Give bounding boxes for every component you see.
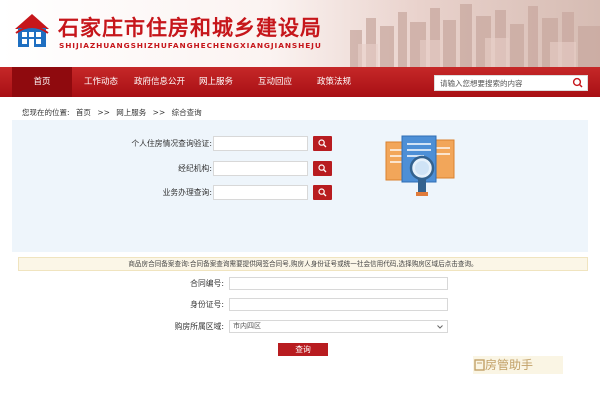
query-row-housing: 个人住房情况查询验证: bbox=[12, 136, 212, 152]
breadcrumb-prefix: 您现在的位置: bbox=[22, 108, 70, 117]
form-row-id: 身份证号: bbox=[0, 298, 600, 312]
search-input[interactable] bbox=[435, 76, 565, 90]
housing-verify-input[interactable] bbox=[213, 136, 308, 151]
nav-item-policy[interactable]: 政策法规 bbox=[317, 67, 351, 97]
housing-verify-search-button[interactable] bbox=[313, 136, 332, 151]
search-icon bbox=[318, 188, 327, 197]
watermark: 房管助手 bbox=[473, 356, 563, 374]
city-skyline-banner bbox=[350, 4, 600, 67]
nav-item-home[interactable]: 首页 bbox=[12, 67, 72, 97]
nav-item-online-service[interactable]: 网上服务 bbox=[199, 67, 233, 97]
agency-input[interactable] bbox=[213, 161, 308, 176]
agency-label: 经纪机构: bbox=[178, 164, 212, 173]
documents-magnifier-icon bbox=[385, 135, 455, 196]
query-row-agency: 经纪机构: bbox=[12, 161, 212, 177]
housing-verify-label: 个人住房情况查询验证: bbox=[131, 139, 212, 148]
breadcrumb: 您现在的位置: 首页 >> 网上服务 >> 综合查询 bbox=[22, 107, 206, 118]
nav-item-interaction[interactable]: 互动回应 bbox=[258, 67, 292, 97]
breadcrumb-online-service[interactable]: 网上服务 bbox=[116, 108, 146, 117]
bureau-logo bbox=[15, 14, 49, 47]
nav-item-gov-info[interactable]: 政府信息公开 bbox=[134, 67, 185, 97]
search-icon bbox=[318, 139, 327, 148]
breadcrumb-separator: >> bbox=[152, 108, 166, 117]
business-query-input[interactable] bbox=[213, 185, 308, 200]
contract-query-button[interactable]: 查询 bbox=[278, 343, 328, 356]
chevron-down-icon bbox=[437, 325, 443, 329]
breadcrumb-home[interactable]: 首页 bbox=[76, 108, 91, 117]
watermark-text: 房管助手 bbox=[485, 358, 534, 372]
query-panel: 个人住房情况查询验证: 经纪机构: 业务办理查询: bbox=[12, 120, 588, 252]
id-number-input[interactable] bbox=[229, 298, 448, 311]
contract-number-label: 合同编号: bbox=[190, 279, 224, 288]
district-select[interactable]: 市内四区 bbox=[229, 320, 448, 333]
contract-query-notice: 商品房合同备案查询:合同备案查询需要提供网签合同号,购房人身份证号或统一社会信用… bbox=[18, 257, 588, 271]
site-title: 石家庄市住房和城乡建设局 bbox=[58, 16, 322, 40]
site-search bbox=[434, 75, 588, 91]
search-icon bbox=[318, 164, 327, 173]
form-row-district: 购房所属区域: 市内四区 bbox=[0, 320, 600, 334]
contract-number-input[interactable] bbox=[229, 277, 448, 290]
form-row-contract: 合同编号: bbox=[0, 277, 600, 291]
site-subtitle: SHIJIAZHUANGSHIZHUFANGHECHENGXIANGJIANSH… bbox=[59, 41, 322, 50]
breadcrumb-current: 综合查询 bbox=[171, 108, 202, 117]
query-row-business: 业务办理查询: bbox=[12, 185, 212, 201]
breadcrumb-separator: >> bbox=[97, 108, 110, 117]
main-nav: 首页 工作动态 政府信息公开 网上服务 互动回应 政策法规 bbox=[0, 67, 600, 97]
district-label: 购房所属区域: bbox=[174, 322, 224, 331]
agency-search-button[interactable] bbox=[313, 161, 332, 176]
district-selected-value: 市内四区 bbox=[233, 322, 261, 330]
id-number-label: 身份证号: bbox=[190, 300, 224, 309]
site-header: 石家庄市住房和城乡建设局 SHIJIAZHUANGSHIZHUFANGHECHE… bbox=[0, 0, 600, 67]
business-query-label: 业务办理查询: bbox=[162, 188, 212, 197]
nav-item-work-news[interactable]: 工作动态 bbox=[84, 67, 118, 97]
business-query-search-button[interactable] bbox=[313, 185, 332, 200]
search-icon[interactable] bbox=[571, 77, 585, 89]
watermark-icon bbox=[474, 359, 485, 371]
